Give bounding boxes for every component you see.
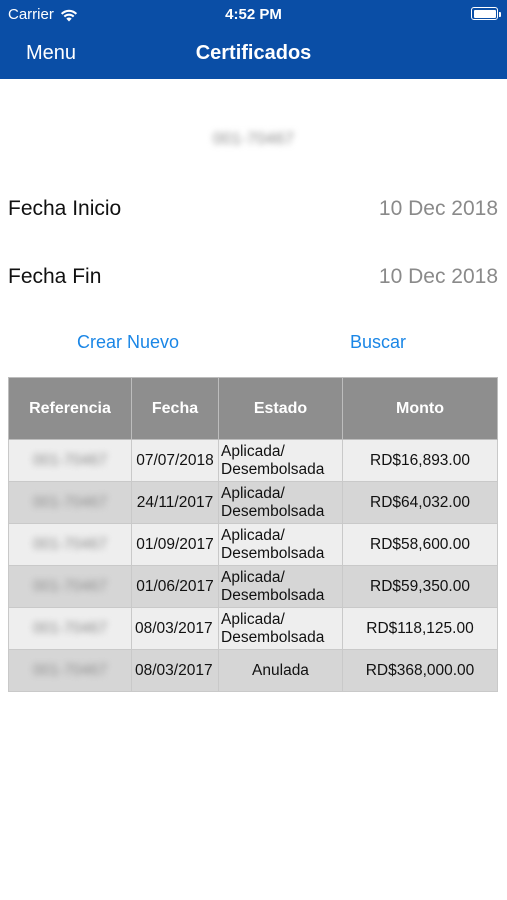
date-cell: 07/07/2018 bbox=[131, 439, 219, 482]
date-cell: 24/11/2017 bbox=[131, 481, 219, 524]
amount-cell: RD$16,893.00 bbox=[342, 439, 498, 482]
start-date-label: Fecha Inicio bbox=[8, 197, 122, 220]
table-header-row: Referencia Fecha Estado Monto bbox=[8, 377, 498, 440]
date-cell: 08/03/2017 bbox=[135, 661, 213, 679]
reference-cell: 001-70467 bbox=[32, 493, 108, 511]
status-cell: Aplicada/ Desembolsada bbox=[218, 607, 343, 650]
table-row[interactable]: 001-70467 07/07/2018 Aplicada/ Desembols… bbox=[8, 439, 498, 482]
navigation-bar: Carrier 4:52 PM Menu Certificados bbox=[0, 0, 507, 79]
column-header-fecha: Fecha bbox=[131, 377, 219, 440]
table-row[interactable]: 001-70467 08/03/2017 Aplicada/ Desembols… bbox=[8, 607, 498, 650]
amount-cell: RD$58,600.00 bbox=[342, 523, 498, 566]
start-date-value[interactable]: 10 Dec 2018 bbox=[379, 197, 498, 221]
status-cell: Aplicada/ Desembolsada bbox=[218, 523, 343, 566]
reference-cell: 001-70467 bbox=[32, 451, 108, 469]
end-date-value[interactable]: 10 Dec 2018 bbox=[379, 265, 498, 289]
column-header-estado: Estado bbox=[218, 377, 343, 440]
amount-cell: RD$64,032.00 bbox=[342, 481, 498, 524]
status-cell: Anulada bbox=[218, 649, 343, 692]
amount-cell: RD$118,125.00 bbox=[342, 607, 498, 650]
table-row[interactable]: 001-70467 01/09/2017 Aplicada/ Desembols… bbox=[8, 523, 498, 566]
search-button[interactable]: Buscar bbox=[350, 332, 406, 353]
amount-cell: RD$368,000.00 bbox=[342, 649, 498, 692]
table-row[interactable]: 001-70467 08/03/2017 Anulada RD$368,000.… bbox=[8, 649, 498, 692]
status-time: 4:52 PM bbox=[225, 6, 282, 23]
create-new-button[interactable]: Crear Nuevo bbox=[77, 332, 179, 353]
date-cell: 08/03/2017 bbox=[135, 619, 213, 637]
status-cell: Aplicada/ Desembolsada bbox=[218, 439, 343, 482]
reference-cell: 001-70467 bbox=[32, 661, 108, 679]
reference-cell: 001-70467 bbox=[32, 619, 108, 637]
amount-cell: RD$59,350.00 bbox=[342, 565, 498, 608]
date-cell: 01/06/2017 bbox=[131, 565, 219, 608]
reference-cell: 001-70467 bbox=[32, 535, 108, 553]
end-date-label: Fecha Fin bbox=[8, 265, 102, 288]
battery-icon bbox=[471, 7, 501, 20]
page-title: Certificados bbox=[195, 42, 312, 64]
certificates-table: Referencia Fecha Estado Monto 001-70467 … bbox=[8, 377, 498, 692]
date-cell: 01/09/2017 bbox=[131, 523, 219, 566]
table-row[interactable]: 001-70467 01/06/2017 Aplicada/ Desembols… bbox=[8, 565, 498, 608]
account-id: 001-70467 bbox=[212, 129, 295, 148]
table-row[interactable]: 001-70467 24/11/2017 Aplicada/ Desembols… bbox=[8, 481, 498, 524]
column-header-referencia: Referencia bbox=[8, 377, 132, 440]
reference-cell: 001-70467 bbox=[32, 577, 108, 595]
status-cell: Aplicada/ Desembolsada bbox=[218, 565, 343, 608]
status-bar: Carrier 4:52 PM bbox=[0, 0, 507, 28]
status-cell: Aplicada/ Desembolsada bbox=[218, 481, 343, 524]
column-header-monto: Monto bbox=[342, 377, 498, 440]
